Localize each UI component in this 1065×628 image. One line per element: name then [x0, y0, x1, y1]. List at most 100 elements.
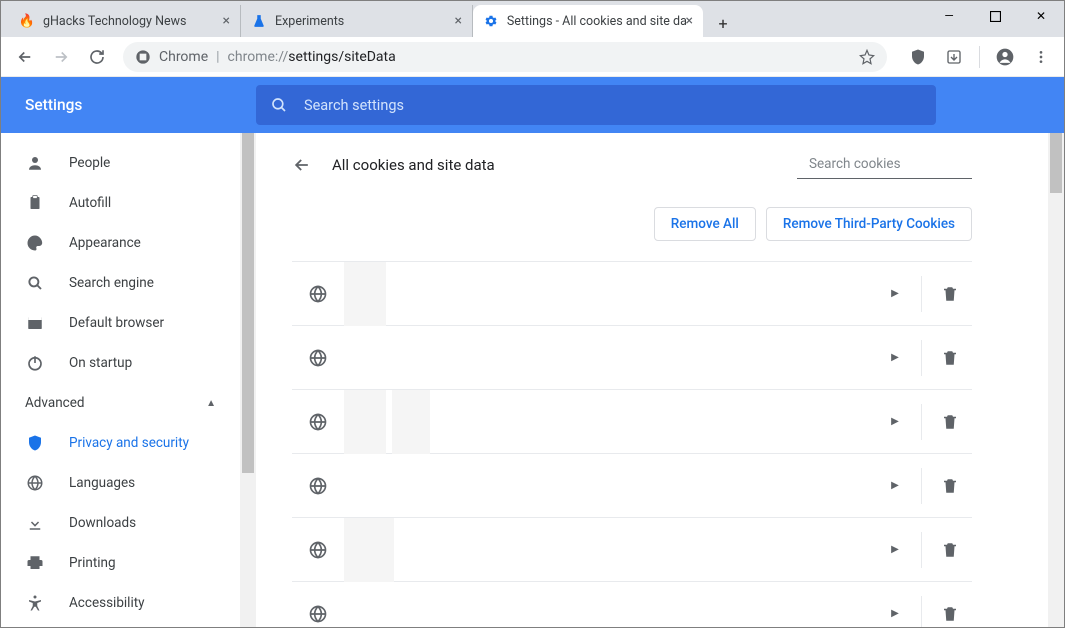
- sidebar-item-downloads[interactable]: Downloads: [1, 503, 240, 543]
- page-header: All cookies and site data: [292, 133, 972, 197]
- settings-title: Settings: [1, 96, 256, 114]
- sidebar-item-autofill[interactable]: Autofill: [1, 183, 240, 223]
- sidebar-item-label: Accessibility: [69, 595, 145, 611]
- cookie-row[interactable]: ▶: [292, 518, 972, 582]
- sidebar-item-on-startup[interactable]: On startup: [1, 343, 240, 383]
- delete-button[interactable]: [928, 413, 972, 431]
- back-button[interactable]: [9, 41, 41, 73]
- globe-icon: [25, 474, 45, 492]
- box-extension-icon[interactable]: [939, 42, 969, 72]
- sidebar-scrollbar[interactable]: [240, 133, 256, 627]
- sidebar-item-label: On startup: [69, 355, 132, 371]
- address-bar[interactable]: Chrome | chrome://settings/siteData: [123, 42, 887, 72]
- delete-button[interactable]: [928, 605, 972, 623]
- forward-button[interactable]: [45, 41, 77, 73]
- delete-button[interactable]: [928, 477, 972, 495]
- sidebar-item-label: People: [69, 155, 110, 171]
- settings-header: Settings: [1, 77, 1064, 133]
- shield-icon: [25, 434, 45, 452]
- sidebar-item-default-browser[interactable]: Default browser: [1, 303, 240, 343]
- tab-experiments[interactable]: Experiments ×: [241, 5, 473, 37]
- back-arrow-icon[interactable]: [292, 155, 312, 175]
- menu-button[interactable]: [1026, 42, 1056, 72]
- cookie-row[interactable]: ▶: [292, 582, 972, 627]
- favicon-flask: [251, 13, 267, 29]
- sidebar: People Autofill Appearance Search engine: [1, 133, 256, 627]
- browser-icon: [25, 314, 45, 332]
- sidebar-item-people[interactable]: People: [1, 143, 240, 183]
- scrollbar-thumb[interactable]: [242, 133, 254, 473]
- sidebar-item-label: Appearance: [69, 235, 141, 251]
- window-controls: — ✕: [926, 1, 1064, 31]
- site-name-redacted: [344, 390, 430, 454]
- separator: [979, 46, 980, 68]
- print-icon: [25, 554, 45, 572]
- chip-label: Chrome: [159, 49, 208, 65]
- tab-ghacks[interactable]: 🔥 gHacks Technology News ×: [9, 5, 241, 37]
- delete-button[interactable]: [928, 285, 972, 303]
- sidebar-item-languages[interactable]: Languages: [1, 463, 240, 503]
- sidebar-item-privacy[interactable]: Privacy and security: [1, 423, 240, 463]
- cookie-list: ▶ ▶ ▶: [292, 261, 972, 627]
- maximize-button[interactable]: [972, 1, 1018, 31]
- delete-button[interactable]: [928, 349, 972, 367]
- download-icon: [25, 514, 45, 532]
- action-buttons: Remove All Remove Third-Party Cookies: [292, 197, 972, 261]
- sidebar-item-search-engine[interactable]: Search engine: [1, 263, 240, 303]
- close-icon[interactable]: ×: [455, 13, 462, 29]
- sidebar-item-label: Languages: [69, 475, 135, 491]
- remove-all-button[interactable]: Remove All: [654, 207, 756, 241]
- separator: [921, 596, 922, 628]
- remove-third-party-button[interactable]: Remove Third-Party Cookies: [766, 207, 972, 241]
- search-settings[interactable]: [256, 85, 936, 125]
- sidebar-item-appearance[interactable]: Appearance: [1, 223, 240, 263]
- expand-arrow-icon[interactable]: ▶: [875, 480, 915, 491]
- tab-title: Experiments: [275, 14, 344, 29]
- close-icon[interactable]: ×: [686, 13, 693, 29]
- separator: [921, 340, 922, 376]
- search-cookies-input[interactable]: [809, 156, 986, 172]
- profile-avatar[interactable]: [990, 42, 1020, 72]
- main-scrollbar[interactable]: [1048, 133, 1064, 627]
- toolbar: Chrome | chrome://settings/siteData: [1, 37, 1064, 77]
- globe-icon: [308, 604, 328, 624]
- cookie-row[interactable]: ▶: [292, 454, 972, 518]
- site-name-redacted: [344, 262, 386, 326]
- shield-extension-icon[interactable]: [903, 42, 933, 72]
- star-icon[interactable]: [859, 49, 875, 65]
- search-cookies[interactable]: [797, 152, 972, 179]
- sidebar-item-label: Default browser: [69, 315, 164, 331]
- extension-icons: [903, 42, 1056, 72]
- expand-arrow-icon[interactable]: ▶: [875, 544, 915, 555]
- separator: [921, 404, 922, 440]
- site-name-redacted: [344, 518, 394, 582]
- sidebar-section-advanced[interactable]: Advanced ▲: [1, 383, 240, 423]
- scrollbar-thumb[interactable]: [1050, 133, 1062, 193]
- accessibility-icon: [25, 594, 45, 612]
- expand-arrow-icon[interactable]: ▶: [875, 288, 915, 299]
- sidebar-item-printing[interactable]: Printing: [1, 543, 240, 583]
- expand-arrow-icon[interactable]: ▶: [875, 608, 915, 619]
- search-settings-input[interactable]: [304, 97, 922, 114]
- sidebar-item-accessibility[interactable]: Accessibility: [1, 583, 240, 623]
- sidebar-item-label: Privacy and security: [69, 435, 189, 451]
- reload-button[interactable]: [81, 41, 113, 73]
- globe-icon: [308, 348, 328, 368]
- close-icon[interactable]: ×: [223, 13, 230, 29]
- globe-icon: [308, 284, 328, 304]
- cookie-row[interactable]: ▶: [292, 326, 972, 390]
- tab-settings[interactable]: Settings - All cookies and site da ×: [473, 5, 703, 37]
- page-content: Settings People: [1, 77, 1064, 627]
- cookie-row[interactable]: ▶: [292, 390, 972, 454]
- tab-title: Settings - All cookies and site da: [507, 14, 686, 29]
- expand-arrow-icon[interactable]: ▶: [875, 352, 915, 363]
- titlebar: 🔥 gHacks Technology News × Experiments ×…: [1, 1, 1064, 37]
- new-tab-button[interactable]: +: [709, 9, 737, 37]
- delete-button[interactable]: [928, 541, 972, 559]
- expand-arrow-icon[interactable]: ▶: [875, 416, 915, 427]
- minimize-button[interactable]: —: [926, 1, 972, 31]
- cookie-row[interactable]: ▶: [292, 262, 972, 326]
- globe-icon: [308, 412, 328, 432]
- close-window-button[interactable]: ✕: [1018, 1, 1064, 31]
- separator: [921, 468, 922, 504]
